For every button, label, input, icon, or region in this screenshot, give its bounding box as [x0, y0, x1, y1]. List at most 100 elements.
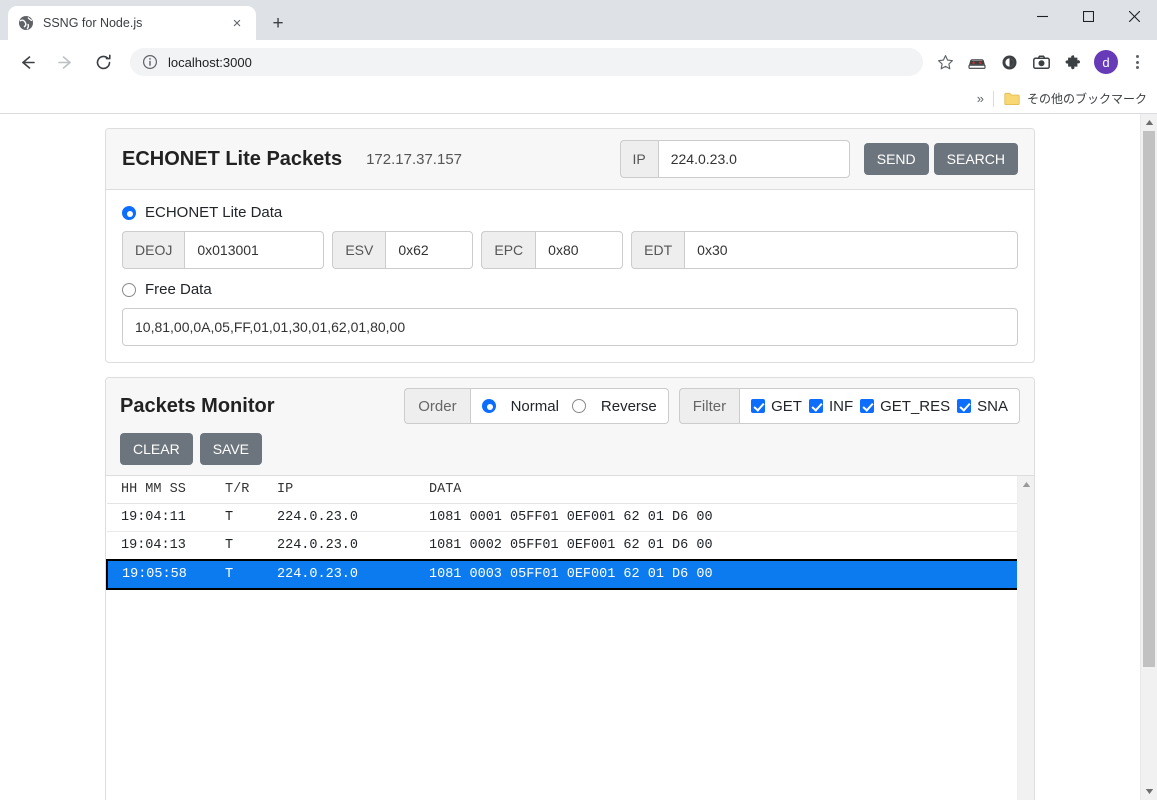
echonet-packets-card: ECHONET Lite Packets 172.17.37.157 IP 22…	[105, 128, 1035, 363]
close-window-icon[interactable]	[1111, 0, 1157, 32]
radio-order-normal[interactable]	[481, 399, 496, 413]
profile-avatar[interactable]: d	[1094, 50, 1118, 74]
free-data-input[interactable]: 10,81,00,0A,05,FF,01,01,30,01,62,01,80,0…	[122, 308, 1018, 346]
cell-data: 1081 0002 05FF01 0EF001 62 01 D6 00	[429, 531, 1033, 561]
ip-label: IP	[619, 140, 658, 178]
cell-ip: 224.0.23.0	[277, 559, 429, 590]
page-title: ECHONET Lite Packets	[122, 147, 343, 170]
radio-echonet-lite-data-label: ECHONET Lite Data	[145, 204, 283, 221]
table-header-row: HH MM SS T/R IP DATA	[107, 476, 1033, 504]
other-bookmarks-label[interactable]: その他のブックマーク	[1027, 90, 1147, 107]
packets-monitor-card: Packets Monitor Order Normal Reverse Fil…	[105, 377, 1035, 800]
deoj-input[interactable]: 0x013001	[184, 231, 325, 269]
echonet-packets-body: ECHONET Lite Data DEOJ 0x013001 ESV 0x62	[106, 190, 1034, 362]
packets-table-body: 19:04:11 T 224.0.23.0 1081 0001 05FF01 0…	[106, 503, 1034, 590]
star-icon[interactable]	[932, 49, 958, 75]
page-content: ECHONET Lite Packets 172.17.37.157 IP 22…	[0, 114, 1140, 800]
new-tab-button[interactable]: +	[264, 9, 292, 37]
cell-ip: 224.0.23.0	[277, 503, 429, 532]
browser-titlebar: SSNG for Node.js × +	[0, 0, 1157, 40]
table-scrollbar[interactable]	[1017, 476, 1034, 800]
table-row-selected[interactable]: 19:05:58 T 224.0.23.0 1081 0003 05FF01 0…	[106, 559, 1034, 590]
esv-label: ESV	[332, 231, 386, 269]
cell-tr: T	[225, 559, 277, 590]
app-container: ECHONET Lite Packets 172.17.37.157 IP 22…	[105, 114, 1035, 800]
cell-tr: T	[225, 503, 277, 532]
cell-tr: T	[225, 531, 277, 561]
table-scroll-up-icon[interactable]	[1018, 476, 1034, 493]
packets-table: HH MM SS T/R IP DATA 19:04:11 T 224.0.23…	[106, 476, 1034, 590]
epc-input-group: EPC 0x80	[481, 231, 624, 269]
mode-echonet-radio-row[interactable]: ECHONET Lite Data	[122, 204, 1018, 221]
forward-icon	[51, 48, 79, 76]
edt-input-group: EDT 0x30	[631, 231, 1018, 269]
order-control-group: Order Normal Reverse	[404, 388, 669, 424]
reload-icon[interactable]	[89, 48, 117, 76]
radio-order-reverse[interactable]	[571, 399, 586, 413]
close-tab-icon[interactable]: ×	[228, 14, 246, 32]
mode-free-radio-row[interactable]: Free Data	[122, 281, 1018, 298]
cell-data: 1081 0001 05FF01 0EF001 62 01 D6 00	[429, 503, 1033, 532]
page-viewport: ECHONET Lite Packets 172.17.37.157 IP 22…	[0, 114, 1157, 800]
order-option-normal-label: Normal	[510, 397, 559, 415]
epc-input[interactable]: 0x80	[535, 231, 624, 269]
checkbox-get[interactable]	[751, 399, 766, 413]
filter-label: Filter	[678, 388, 740, 424]
back-icon[interactable]	[13, 48, 41, 76]
radio-free-data[interactable]	[122, 282, 136, 297]
esv-input[interactable]: 0x62	[385, 231, 474, 269]
minimize-icon[interactable]	[1019, 0, 1065, 32]
checkbox-get-res[interactable]	[860, 399, 875, 413]
camera-icon[interactable]	[1028, 49, 1054, 75]
radio-free-data-label: Free Data	[145, 281, 212, 298]
page-scrollbar-thumb[interactable]	[1143, 131, 1155, 667]
scroll-down-icon[interactable]	[1141, 783, 1157, 800]
send-button[interactable]: SEND	[863, 143, 929, 175]
folder-icon	[1004, 92, 1020, 106]
filter-option-inf-label: INF	[828, 397, 854, 415]
radio-echonet-lite-data[interactable]	[122, 205, 136, 220]
monitor-title: Packets Monitor	[120, 394, 275, 417]
cell-time: 19:04:13	[107, 531, 225, 561]
filter-options: GET INF GET_RES SNA	[739, 388, 1020, 424]
bookmarks-bar: » その他のブックマーク	[0, 84, 1157, 114]
filter-option-inf[interactable]: INF	[808, 397, 854, 415]
car-mask-icon[interactable]	[964, 49, 990, 75]
cell-time: 19:04:11	[107, 503, 225, 532]
echonet-packets-header: ECHONET Lite Packets 172.17.37.157 IP 22…	[106, 129, 1034, 190]
circle-icon[interactable]	[996, 49, 1022, 75]
globe-icon	[18, 15, 34, 31]
puzzle-extensions-icon[interactable]	[1060, 49, 1086, 75]
browser-tab[interactable]: SSNG for Node.js ×	[8, 6, 256, 40]
browser-menu-icon[interactable]	[1125, 49, 1149, 75]
table-row[interactable]: 19:04:11 T 224.0.23.0 1081 0001 05FF01 0…	[107, 503, 1033, 532]
order-option-reverse-label: Reverse	[600, 397, 657, 415]
filter-control-group: Filter GET INF GET_RES SNA	[678, 388, 1020, 424]
save-button[interactable]: SAVE	[199, 433, 262, 465]
order-option-reverse[interactable]: Reverse	[571, 397, 657, 415]
ip-input[interactable]: 224.0.23.0	[657, 140, 850, 178]
ip-input-group: IP 224.0.23.0	[619, 140, 850, 178]
search-button[interactable]: SEARCH	[933, 143, 1018, 175]
deoj-label: DEOJ	[122, 231, 185, 269]
edt-label: EDT	[631, 231, 685, 269]
edt-input[interactable]: 0x30	[684, 231, 1018, 269]
address-bar-url: localhost:3000	[168, 54, 252, 70]
checkbox-inf[interactable]	[808, 399, 823, 413]
filter-option-get-res[interactable]: GET_RES	[860, 398, 950, 415]
epc-label: EPC	[481, 231, 536, 269]
clear-button[interactable]: CLEAR	[120, 433, 193, 465]
page-scrollbar[interactable]	[1140, 114, 1157, 800]
order-option-normal[interactable]: Normal	[481, 397, 559, 415]
maximize-icon[interactable]	[1065, 0, 1111, 32]
table-row[interactable]: 19:04:13 T 224.0.23.0 1081 0002 05FF01 0…	[107, 531, 1033, 561]
filter-option-sna[interactable]: SNA	[957, 398, 1008, 415]
filter-option-get[interactable]: GET	[751, 398, 802, 415]
bookmarks-overflow-icon[interactable]: »	[977, 91, 984, 106]
address-bar[interactable]: localhost:3000	[130, 48, 923, 76]
packets-table-head: HH MM SS T/R IP DATA	[107, 476, 1033, 504]
col-header-tr: T/R	[225, 476, 277, 504]
scroll-up-icon[interactable]	[1141, 114, 1157, 131]
checkbox-sna[interactable]	[957, 399, 972, 413]
cell-data: 1081 0003 05FF01 0EF001 62 01 D6 00	[429, 559, 1034, 590]
